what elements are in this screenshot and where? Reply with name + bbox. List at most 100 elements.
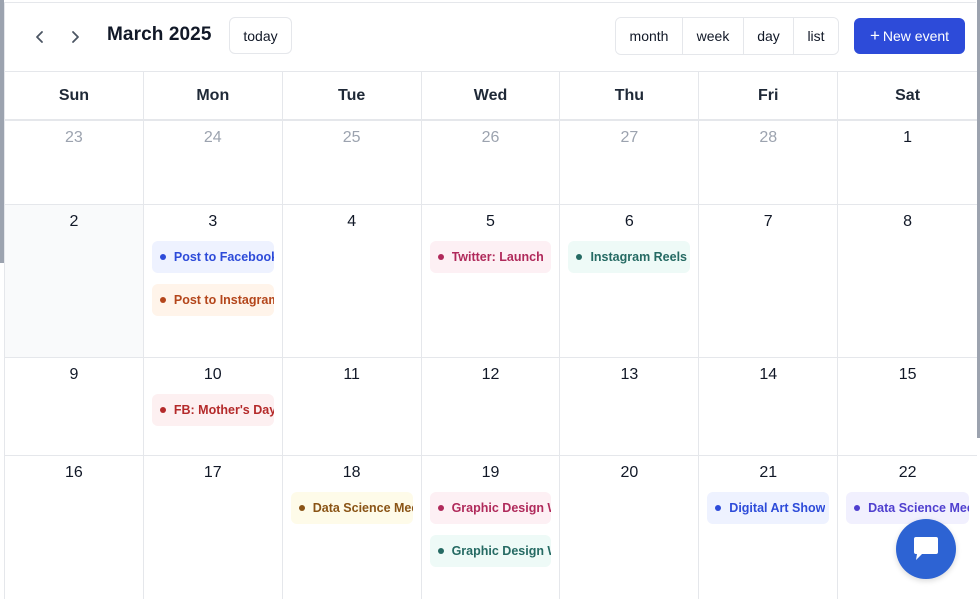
day-cell[interactable]: 24: [144, 121, 283, 204]
day-cell[interactable]: 12: [422, 358, 561, 455]
event-title: Post to Instagram: [173, 293, 274, 307]
day-number[interactable]: 20: [560, 464, 698, 482]
week-row: 2 3 Post to Facebook Post to Instagram 4 5 Twi…: [5, 205, 977, 358]
event-chip[interactable]: Data Science Meetup: [290, 492, 413, 524]
day-number[interactable]: 2: [5, 213, 143, 231]
view-month-button[interactable]: month: [616, 18, 683, 54]
day-cell[interactable]: 4: [283, 205, 422, 357]
day-number[interactable]: 24: [144, 129, 282, 147]
view-day-button[interactable]: day: [744, 18, 794, 54]
event-chip[interactable]: Digital Art Show: [707, 492, 830, 524]
event-title: Instagram Reels: [590, 250, 688, 264]
day-number[interactable]: 17: [144, 464, 282, 482]
week-row: 23 24 25 26 27 28 1: [5, 121, 977, 205]
event-title: Data Science Meetup: [868, 501, 969, 515]
event-dot-icon: [159, 407, 166, 413]
event-dot-icon: [437, 548, 444, 554]
day-cell[interactable]: 21 Digital Art Show: [699, 456, 839, 599]
event-chip[interactable]: Post to Instagram: [151, 284, 274, 316]
calendar-toolbar: March 2025 today month week day list + New …: [5, 3, 977, 71]
day-number[interactable]: 9: [5, 366, 143, 384]
event-chip[interactable]: Post to Facebook: [151, 241, 274, 273]
day-number[interactable]: 12: [422, 366, 560, 384]
day-number[interactable]: 4: [283, 213, 421, 231]
day-number[interactable]: 27: [560, 129, 698, 147]
event-dot-icon: [159, 297, 166, 303]
day-cell[interactable]: 7: [699, 205, 839, 357]
new-event-label: New event: [882, 28, 950, 44]
day-number[interactable]: 14: [699, 366, 837, 384]
day-cell[interactable]: 25: [283, 121, 422, 204]
day-cell[interactable]: 6 Instagram Reels: [560, 205, 700, 357]
new-event-button[interactable]: + New event: [854, 18, 965, 54]
day-number[interactable]: 8: [838, 213, 977, 231]
chat-button[interactable]: [896, 519, 956, 579]
next-month-button[interactable]: [63, 25, 87, 49]
day-number[interactable]: 15: [838, 366, 977, 384]
day-cell[interactable]: 26: [422, 121, 561, 204]
event-title: Graphic Design Workshop: [451, 501, 552, 515]
event-dot-icon: [854, 505, 861, 511]
view-week-button[interactable]: week: [683, 18, 744, 54]
event-title: Digital Art Show: [729, 501, 826, 515]
day-cell[interactable]: 23: [5, 121, 144, 204]
day-number[interactable]: 5: [422, 213, 560, 231]
today-button[interactable]: today: [229, 17, 292, 54]
view-list-button[interactable]: list: [794, 18, 838, 54]
day-cell[interactable]: 27: [560, 121, 700, 204]
week-row: 9 10 FB: Mother's Day 11 12 13 14 15: [5, 358, 977, 456]
weekday-fri: Fri: [699, 72, 839, 119]
event-dot-icon: [159, 254, 166, 260]
plus-icon: +: [869, 26, 880, 45]
day-number[interactable]: 28: [699, 129, 837, 147]
prev-month-button[interactable]: [28, 25, 52, 49]
calendar: March 2025 today month week day list + New …: [4, 2, 977, 599]
day-number[interactable]: 19: [422, 464, 560, 482]
event-dot-icon: [298, 505, 305, 511]
event-title: Graphic Design Webinar: [451, 544, 552, 558]
day-cell[interactable]: 3 Post to Facebook Post to Instagram: [144, 205, 283, 357]
event-chip[interactable]: Data Science Meetup: [846, 492, 970, 524]
event-chip[interactable]: Graphic Design Webinar: [429, 535, 552, 567]
day-cell[interactable]: 9: [5, 358, 144, 455]
day-number[interactable]: 23: [5, 129, 143, 147]
chevron-left-icon: [36, 31, 43, 43]
day-cell[interactable]: 14: [699, 358, 839, 455]
event-chip[interactable]: FB: Mother's Day: [151, 394, 274, 426]
day-number[interactable]: 25: [283, 129, 421, 147]
day-cell[interactable]: 13: [560, 358, 700, 455]
weekday-sun: Sun: [5, 72, 144, 119]
event-chip[interactable]: Twitter: Launch: [429, 241, 552, 273]
day-cell[interactable]: 16: [5, 456, 144, 599]
event-dot-icon: [576, 254, 583, 260]
day-number[interactable]: 18: [283, 464, 421, 482]
event-chip[interactable]: Graphic Design Workshop: [429, 492, 552, 524]
day-number[interactable]: 7: [699, 213, 837, 231]
day-number[interactable]: 6: [560, 213, 698, 231]
event-chip[interactable]: Instagram Reels: [568, 241, 691, 273]
day-number[interactable]: 21: [699, 464, 837, 482]
day-cell[interactable]: 10 FB: Mother's Day: [144, 358, 283, 455]
day-cell[interactable]: 20: [560, 456, 700, 599]
day-cell[interactable]: 1: [838, 121, 977, 204]
event-title: Data Science Meetup: [312, 501, 413, 515]
day-cell[interactable]: 5 Twitter: Launch: [422, 205, 561, 357]
day-cell[interactable]: 28: [699, 121, 839, 204]
day-cell[interactable]: 17: [144, 456, 283, 599]
day-number[interactable]: 10: [144, 366, 282, 384]
day-cell[interactable]: 8: [838, 205, 977, 357]
day-number[interactable]: 16: [5, 464, 143, 482]
day-cell[interactable]: 18 Data Science Meetup: [283, 456, 422, 599]
day-number[interactable]: 3: [144, 213, 282, 231]
day-number[interactable]: 22: [838, 464, 977, 482]
week-row: 161718 Data Science Meetup 19 Graphic Desig…: [5, 456, 977, 599]
day-number[interactable]: 11: [283, 366, 421, 384]
chat-bubble-icon: [914, 537, 938, 560]
day-number[interactable]: 1: [838, 129, 977, 147]
day-number[interactable]: 26: [422, 129, 560, 147]
day-cell[interactable]: 2: [5, 205, 144, 357]
day-cell[interactable]: 15: [838, 358, 977, 455]
day-number[interactable]: 13: [560, 366, 698, 384]
day-cell[interactable]: 19 Graphic Design Workshop Graphic Design …: [422, 456, 561, 599]
day-cell[interactable]: 11: [283, 358, 422, 455]
